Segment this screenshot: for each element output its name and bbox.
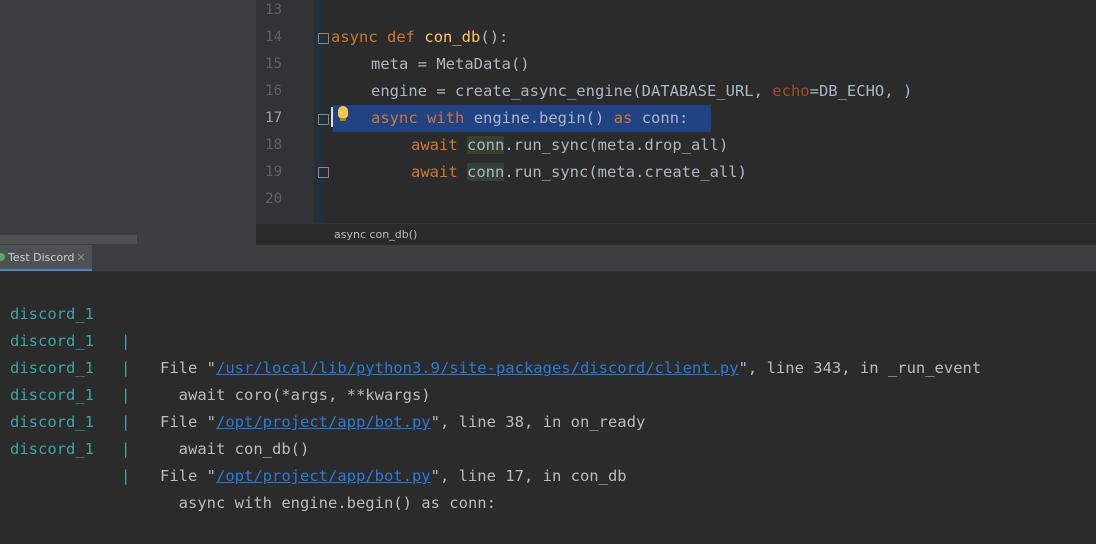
console-line: discord_1 | await con_db(): [0, 355, 309, 458]
code-text: conn:: [641, 109, 689, 127]
code-text: =DB_ECHO,: [809, 82, 903, 100]
fold-end-icon[interactable]: [318, 167, 329, 178]
traceback-text: File "/opt/project/app/bot.py", line 17,…: [160, 467, 627, 485]
tab-label: Test Discord: [8, 251, 75, 264]
code-line-15[interactable]: meta = MetaData(): [371, 51, 530, 78]
keyword: async: [371, 109, 418, 127]
separator: |: [121, 386, 131, 404]
text-caret: [331, 107, 333, 127]
console-line: discord_1 | async with engine.begin() as…: [0, 409, 496, 512]
traceback-text: async with engine.begin() as conn:: [160, 494, 496, 512]
line-number: 16: [265, 83, 282, 99]
file-link[interactable]: /opt/project/app/bot.py: [216, 413, 431, 431]
identifier-highlight: conn: [467, 136, 505, 154]
traceback-text: File "/usr/local/lib/python3.9/site-pack…: [160, 359, 982, 377]
line-number: 14: [265, 29, 282, 45]
separator: |: [121, 332, 131, 350]
breadcrumb[interactable]: async con_db(): [334, 228, 417, 241]
keyword: await: [411, 136, 458, 154]
lightbulb-icon[interactable]: [338, 106, 348, 118]
file-link[interactable]: /usr/local/lib/python3.9/site-packages/d…: [216, 359, 739, 377]
code-line-19[interactable]: await conn.run_sync(meta.create_all): [411, 159, 747, 186]
run-console[interactable]: discord_1 | File "/usr/local/lib/python3…: [0, 272, 1096, 512]
code-text: engine.begin(): [473, 109, 605, 127]
line-number: 13: [265, 2, 282, 18]
service-prefix: discord_1: [10, 440, 94, 458]
code-line-17-selected[interactable]: async with engine.begin() as conn:: [333, 105, 711, 132]
keyword: with: [427, 109, 465, 127]
traceback-text: await coro(*args, **kwargs): [160, 386, 431, 404]
code-line-14[interactable]: async def con_db():: [331, 24, 508, 51]
code-text: ): [902, 82, 913, 100]
project-panel: [0, 0, 256, 245]
identifier-highlight: conn: [467, 163, 505, 181]
lightbulb-base-icon: [340, 118, 346, 121]
code-line-16[interactable]: engine = create_async_engine(DATABASE_UR…: [371, 78, 912, 105]
keyword: def: [387, 28, 416, 46]
fold-toggle-icon[interactable]: [318, 33, 329, 44]
code-text: ():: [480, 28, 509, 46]
separator: |: [121, 413, 131, 431]
keyword: async: [331, 28, 378, 46]
file-link[interactable]: /opt/project/app/bot.py: [216, 467, 431, 485]
separator: |: [121, 467, 131, 485]
code-text: .run_sync(meta.drop_all): [504, 136, 729, 154]
run-tab-test-discord[interactable]: Test Discord ×: [0, 245, 92, 271]
traceback-text: await con_db(): [160, 440, 310, 458]
keyword: await: [411, 163, 458, 181]
project-panel-scrollbar[interactable]: [0, 235, 137, 244]
run-config-icon: [0, 253, 5, 261]
line-number: 19: [265, 164, 282, 180]
traceback-text: File "/opt/project/app/bot.py", line 38,…: [160, 413, 646, 431]
line-number: 18: [265, 137, 282, 153]
line-number: 20: [265, 191, 282, 207]
keyword: as: [613, 109, 633, 127]
code-text: engine = create_async_engine(DATABASE_UR…: [371, 82, 773, 100]
close-icon[interactable]: ×: [76, 250, 86, 264]
console-line: discord_1 | File "/opt/project/app/bot.p…: [0, 328, 645, 431]
run-tab-bar: Test Discord ×: [0, 245, 1096, 272]
code-line-18[interactable]: await conn.run_sync(meta.drop_all): [411, 132, 728, 159]
line-number: 15: [265, 56, 282, 72]
fold-toggle-icon[interactable]: [318, 114, 329, 125]
line-number-current: 17: [265, 110, 282, 126]
code-text: meta = MetaData(): [371, 55, 530, 73]
console-line: discord_1 | File "/opt/project/app/bot.p…: [0, 382, 627, 485]
console-line: discord_1 | File "/usr/local/lib/python3…: [0, 274, 981, 377]
console-line: discord_1 | await coro(*args, **kwargs): [0, 301, 431, 404]
named-parameter: echo: [772, 82, 810, 100]
separator: |: [121, 359, 131, 377]
function-name: con_db: [424, 28, 481, 46]
separator: |: [121, 440, 131, 458]
code-text: .run_sync(meta.create_all): [504, 163, 747, 181]
